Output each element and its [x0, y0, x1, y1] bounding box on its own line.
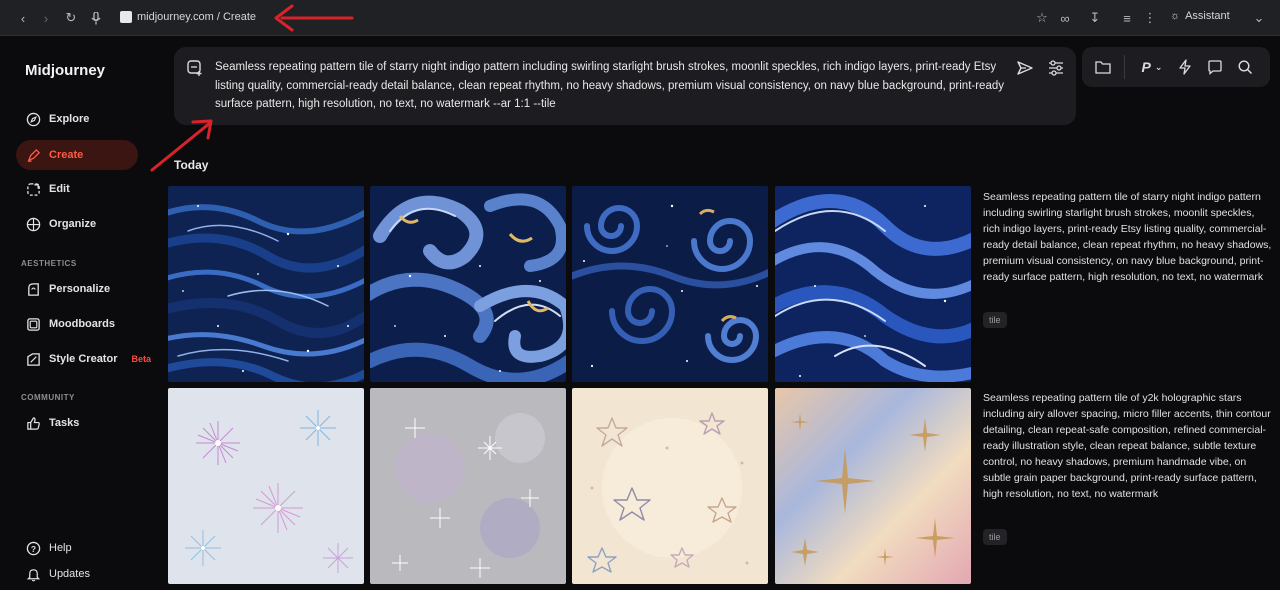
- back-icon[interactable]: ‹: [14, 9, 32, 27]
- send-icon[interactable]: [1016, 59, 1034, 77]
- sliders-icon[interactable]: [1047, 59, 1065, 77]
- sidebar-item-label: Edit: [49, 183, 70, 195]
- sidebar-item-personalize[interactable]: Personalize: [16, 274, 138, 304]
- generated-image[interactable]: [168, 186, 364, 382]
- top-toolbar: P ⌄: [1082, 47, 1270, 87]
- assistant-label: Assistant: [1185, 10, 1230, 22]
- aesthetics-section-label: AESTHETICS: [21, 259, 77, 268]
- generated-image[interactable]: [572, 388, 768, 584]
- sidebar-item-style-creator[interactable]: Style Creator Beta: [16, 344, 156, 374]
- reload-icon[interactable]: ↻: [62, 9, 80, 27]
- microphone-icon[interactable]: [87, 9, 105, 27]
- add-image-icon[interactable]: [186, 59, 204, 77]
- assistant-icon: ☼: [1170, 10, 1181, 22]
- edit-icon: [26, 182, 41, 197]
- beta-badge: Beta: [131, 354, 151, 364]
- sidebar-item-label: Organize: [49, 218, 97, 230]
- sidebar-item-label: Create: [49, 149, 84, 161]
- feed-section-title: Today: [174, 158, 209, 172]
- grid-icon: [26, 217, 41, 232]
- brand-logo[interactable]: Midjourney: [25, 62, 105, 79]
- generation-prompt-caption[interactable]: Seamless repeating pattern tile of starr…: [983, 189, 1273, 285]
- search-icon[interactable]: [1236, 58, 1254, 76]
- sidebar-item-label: Style Creator: [49, 353, 118, 365]
- help-icon: ?: [26, 541, 41, 556]
- chevron-down-icon: ⌄: [1154, 61, 1163, 72]
- toolbar-divider: [1124, 55, 1125, 79]
- sidebar-item-label: Tasks: [49, 417, 80, 429]
- generated-image[interactable]: [572, 186, 768, 382]
- compass-icon: [26, 112, 41, 127]
- thumbs-up-icon: [26, 416, 41, 431]
- generation-prompt-caption[interactable]: Seamless repeating pattern tile of y2k h…: [983, 390, 1273, 502]
- prompt-input[interactable]: Seamless repeating pattern tile of starr…: [215, 58, 1005, 114]
- link-icon[interactable]: ∞: [1056, 9, 1074, 27]
- address-bar[interactable]: midjourney.com / Create: [137, 11, 256, 23]
- personalize-icon: [26, 282, 41, 297]
- generated-image[interactable]: [168, 388, 364, 584]
- audio-icon[interactable]: ⋮: [1141, 9, 1159, 27]
- download-icon[interactable]: ↧: [1086, 9, 1104, 27]
- lightning-icon[interactable]: [1176, 58, 1194, 76]
- tile-tag: tile: [983, 312, 1007, 328]
- reader-icon[interactable]: ≡: [1118, 9, 1136, 27]
- sidebar-item-label: Personalize: [49, 283, 111, 295]
- sidebar-item-label: Updates: [49, 568, 90, 580]
- sidebar-item-explore[interactable]: Explore: [16, 104, 138, 134]
- sidebar-item-label: Explore: [49, 113, 90, 125]
- bell-icon: [26, 567, 41, 582]
- sidebar-item-tasks[interactable]: Tasks: [16, 408, 138, 438]
- sidebar-item-edit[interactable]: Edit: [16, 174, 138, 204]
- generated-image[interactable]: [775, 388, 971, 584]
- profile-letter: P: [1141, 59, 1151, 75]
- tile-tag: tile: [983, 529, 1007, 545]
- sidebar-item-label: Moodboards: [49, 318, 115, 330]
- assistant-button[interactable]: ☼ Assistant: [1170, 10, 1230, 22]
- sidebar-item-organize[interactable]: Organize: [16, 209, 138, 239]
- generated-image[interactable]: [775, 186, 971, 382]
- svg-text:?: ?: [31, 543, 36, 553]
- brush-icon: [26, 148, 41, 163]
- sidebar: Midjourney Explore Create Edit Organize …: [0, 37, 160, 590]
- community-section-label: COMMUNITY: [21, 393, 75, 402]
- generated-image[interactable]: [370, 186, 566, 382]
- chat-icon[interactable]: [1206, 58, 1224, 76]
- sidebar-item-label: Help: [49, 542, 72, 554]
- generated-image[interactable]: [370, 388, 566, 584]
- browser-toolbar: ‹ › ↻ midjourney.com / Create ☆ ∞ ↧ ≡ ⋮ …: [0, 0, 1280, 36]
- site-favicon-icon: [120, 11, 132, 23]
- profile-selector[interactable]: P ⌄: [1138, 58, 1166, 76]
- sidebar-item-create[interactable]: Create: [16, 140, 138, 170]
- star-icon[interactable]: ☆: [1033, 9, 1051, 27]
- moodboard-icon: [26, 317, 41, 332]
- chevron-down-icon[interactable]: ⌄: [1250, 9, 1268, 27]
- folder-icon[interactable]: [1094, 58, 1112, 76]
- forward-icon[interactable]: ›: [37, 9, 55, 27]
- sidebar-item-moodboards[interactable]: Moodboards: [16, 309, 138, 339]
- style-creator-icon: [26, 352, 41, 367]
- prompt-bar[interactable]: Seamless repeating pattern tile of starr…: [174, 47, 1076, 125]
- sidebar-item-updates[interactable]: Updates: [16, 559, 138, 589]
